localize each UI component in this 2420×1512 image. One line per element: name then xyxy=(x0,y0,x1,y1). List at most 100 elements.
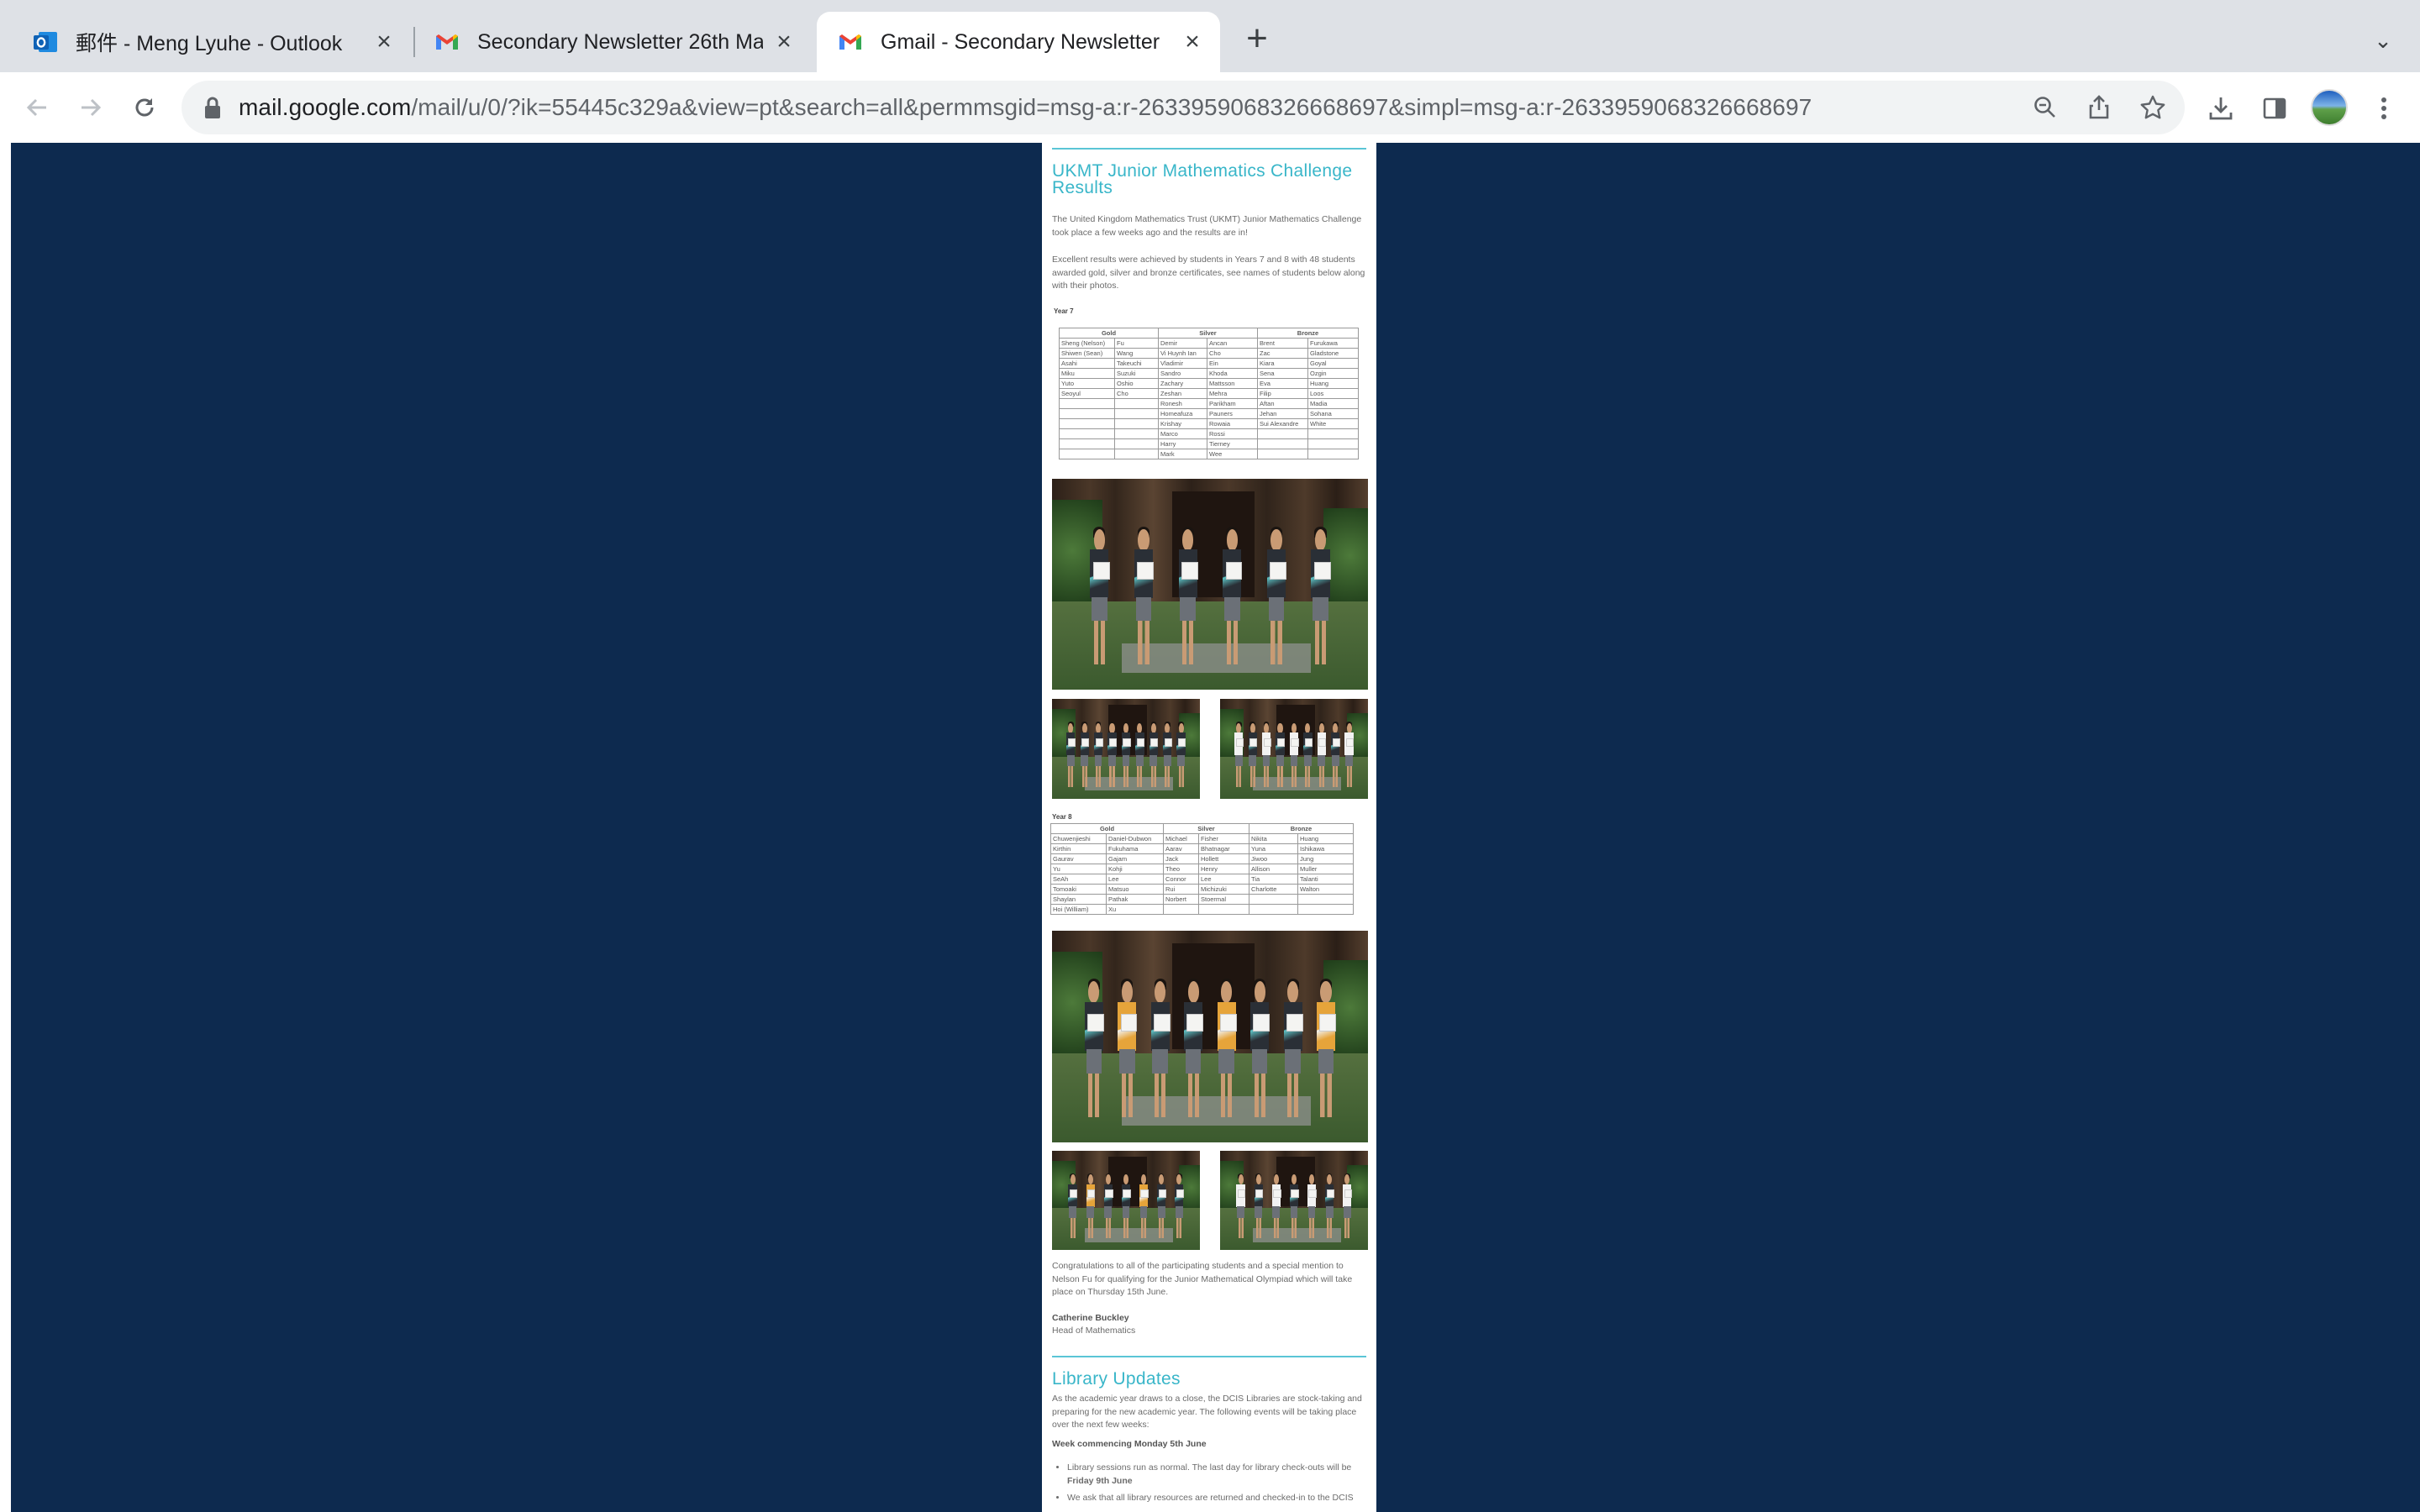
table-row: Miku Suzuki Sandro Khoda Sena Ozgin xyxy=(1059,368,1360,379)
more-menu-icon[interactable] xyxy=(2368,92,2400,124)
forward-arrow-icon xyxy=(82,98,102,117)
table-cell: Krishay xyxy=(1158,418,1207,429)
tab-outlook[interactable]: 郵件 - Meng Lyuhe - Outlook × xyxy=(0,12,412,72)
table-header-silver: Silver xyxy=(1163,823,1249,834)
reload-icon xyxy=(135,98,154,117)
tab-search-chevron-icon[interactable]: ⌄ xyxy=(2368,25,2398,55)
lock-icon[interactable] xyxy=(203,96,222,119)
student-figure xyxy=(1317,979,1337,1117)
student-figure xyxy=(1283,979,1303,1117)
year8-table-caption: Year 8 xyxy=(1052,813,1072,821)
table-row: Asahi Takeuchi Vladimir Ein Kiara Goyal xyxy=(1059,358,1360,369)
table-row: Harry Tierney xyxy=(1059,438,1360,449)
table-cell: Brent xyxy=(1257,338,1308,349)
tab-gmail-print[interactable]: Gmail - Secondary Newsletter × xyxy=(817,12,1220,72)
student-figure xyxy=(1325,1173,1334,1238)
table-cell: Lee xyxy=(1106,874,1164,885)
tab-newsletter[interactable]: Secondary Newsletter 26th May × xyxy=(417,12,812,72)
table-cell: Shiwen (Sean) xyxy=(1059,348,1115,359)
table-row: Sheng (Nelson) Fu Demir Ancan Brent Furukawa xyxy=(1059,338,1360,349)
table-row: Shiwen (Sean) Wang Vi Huynh Ian Cho Zac Glads… xyxy=(1059,348,1360,359)
table-row: Chuwenjieshi Daniel-Dubwon Michael Fisher Ni… xyxy=(1050,833,1355,844)
table-cell: Furukawa xyxy=(1307,338,1360,349)
students-group xyxy=(1064,722,1188,787)
student-figure xyxy=(1068,1173,1078,1238)
table-cell: Sohana xyxy=(1307,408,1360,419)
new-tab-button[interactable]: + xyxy=(1240,20,1274,57)
student-figure xyxy=(1118,979,1138,1117)
student-figure xyxy=(1066,722,1076,787)
table-cell: Kohji xyxy=(1106,864,1164,874)
tab-title: Secondary Newsletter 26th May xyxy=(477,29,763,54)
bullet-text: We ask that all library resources are re… xyxy=(1067,1493,1354,1503)
table-cell: Rui xyxy=(1163,884,1199,895)
browser-toolbar: mail.google.com/mail/u/0/?ik=55445c329a&… xyxy=(0,72,2420,143)
table-cell: Aarav xyxy=(1163,843,1199,854)
side-panel-icon[interactable] xyxy=(2259,92,2291,124)
table-cell: Theo xyxy=(1163,864,1199,874)
back-button[interactable] xyxy=(13,84,60,131)
table-cell: Connor xyxy=(1163,874,1199,885)
reload-button[interactable] xyxy=(121,84,168,131)
student-figure xyxy=(1289,722,1299,787)
url-text[interactable]: mail.google.com/mail/u/0/?ik=55445c329a&… xyxy=(239,81,1812,134)
bullet-bold-text: Friday 9th June xyxy=(1067,1475,1133,1486)
table-cell: Mattsson xyxy=(1207,378,1258,389)
students-group xyxy=(1077,527,1343,664)
student-figure xyxy=(1149,722,1159,787)
student-figure xyxy=(1234,722,1244,787)
download-icon[interactable] xyxy=(2205,92,2237,124)
list-item: Library sessions run as normal. The last… xyxy=(1067,1462,1368,1488)
table-cell: Ein xyxy=(1207,358,1258,369)
table-cell: Cho xyxy=(1114,388,1159,399)
table-cell: SeAh xyxy=(1050,874,1107,885)
outlook-icon xyxy=(32,29,59,55)
students-group xyxy=(1064,1173,1188,1238)
year8-group-photo-small xyxy=(1220,1151,1368,1250)
student-figure xyxy=(1086,1173,1096,1238)
year7-results-table: Gold Silver Bronze Sheng (Nelson) Fu Demir… xyxy=(1059,328,1360,459)
table-cell: Yu xyxy=(1050,864,1107,874)
tab-strip: 郵件 - Meng Lyuhe - Outlook × Secondary Ne… xyxy=(0,0,2420,72)
year8-results-table: Gold Silver Bronze Chuwenjieshi Daniel-Du… xyxy=(1050,823,1355,915)
table-cell: Yuna xyxy=(1249,843,1298,854)
back-arrow-icon xyxy=(26,98,46,117)
zoom-out-icon[interactable] xyxy=(2030,92,2060,123)
table-header-gold: Gold xyxy=(1059,328,1159,339)
table-cell: Xu xyxy=(1106,904,1164,915)
forward-button[interactable] xyxy=(67,84,114,131)
table-cell: Jung xyxy=(1297,853,1355,864)
share-icon[interactable] xyxy=(2084,92,2114,123)
table-cell: Hollett xyxy=(1198,853,1249,864)
student-figure xyxy=(1266,527,1287,664)
table-header-bronze: Bronze xyxy=(1256,328,1360,339)
table-cell: Loos xyxy=(1307,388,1360,399)
table-cell: Mark xyxy=(1158,449,1207,459)
tab-separator xyxy=(413,27,415,57)
close-tab-icon[interactable]: × xyxy=(1180,29,1205,55)
table-cell: Henry xyxy=(1198,864,1249,874)
close-tab-icon[interactable]: × xyxy=(771,29,797,55)
table-cell: Aftan xyxy=(1257,398,1308,409)
table-cell: Jiwoo xyxy=(1249,853,1298,864)
table-cell xyxy=(1307,428,1360,439)
table-cell: Michizuki xyxy=(1198,884,1249,895)
table-cell xyxy=(1114,398,1159,409)
table-row: SeAh Lee Connor Lee Tia Talanti xyxy=(1050,874,1355,885)
profile-avatar[interactable] xyxy=(2311,89,2348,126)
student-figure xyxy=(1080,722,1090,787)
close-tab-icon[interactable]: × xyxy=(371,29,397,55)
table-cell: Goyal xyxy=(1307,358,1360,369)
address-bar[interactable]: mail.google.com/mail/u/0/?ik=55445c329a&… xyxy=(182,81,2185,134)
library-bullet-list: Library sessions run as normal. The last… xyxy=(1064,1462,1368,1509)
table-cell: Oshio xyxy=(1114,378,1159,389)
student-figure xyxy=(1090,527,1110,664)
signature-name: Catherine Buckley xyxy=(1052,1313,1129,1323)
student-figure xyxy=(1139,1173,1149,1238)
student-figure xyxy=(1107,722,1118,787)
bookmark-star-icon[interactable] xyxy=(2138,92,2168,123)
table-cell: Rossi xyxy=(1207,428,1258,439)
table-cell: Walton xyxy=(1297,884,1355,895)
table-row: Kirthin Fukuhama Aarav Bhatnagar Yuna Ishikaw… xyxy=(1050,843,1355,854)
table-cell: Yuto xyxy=(1059,378,1115,389)
